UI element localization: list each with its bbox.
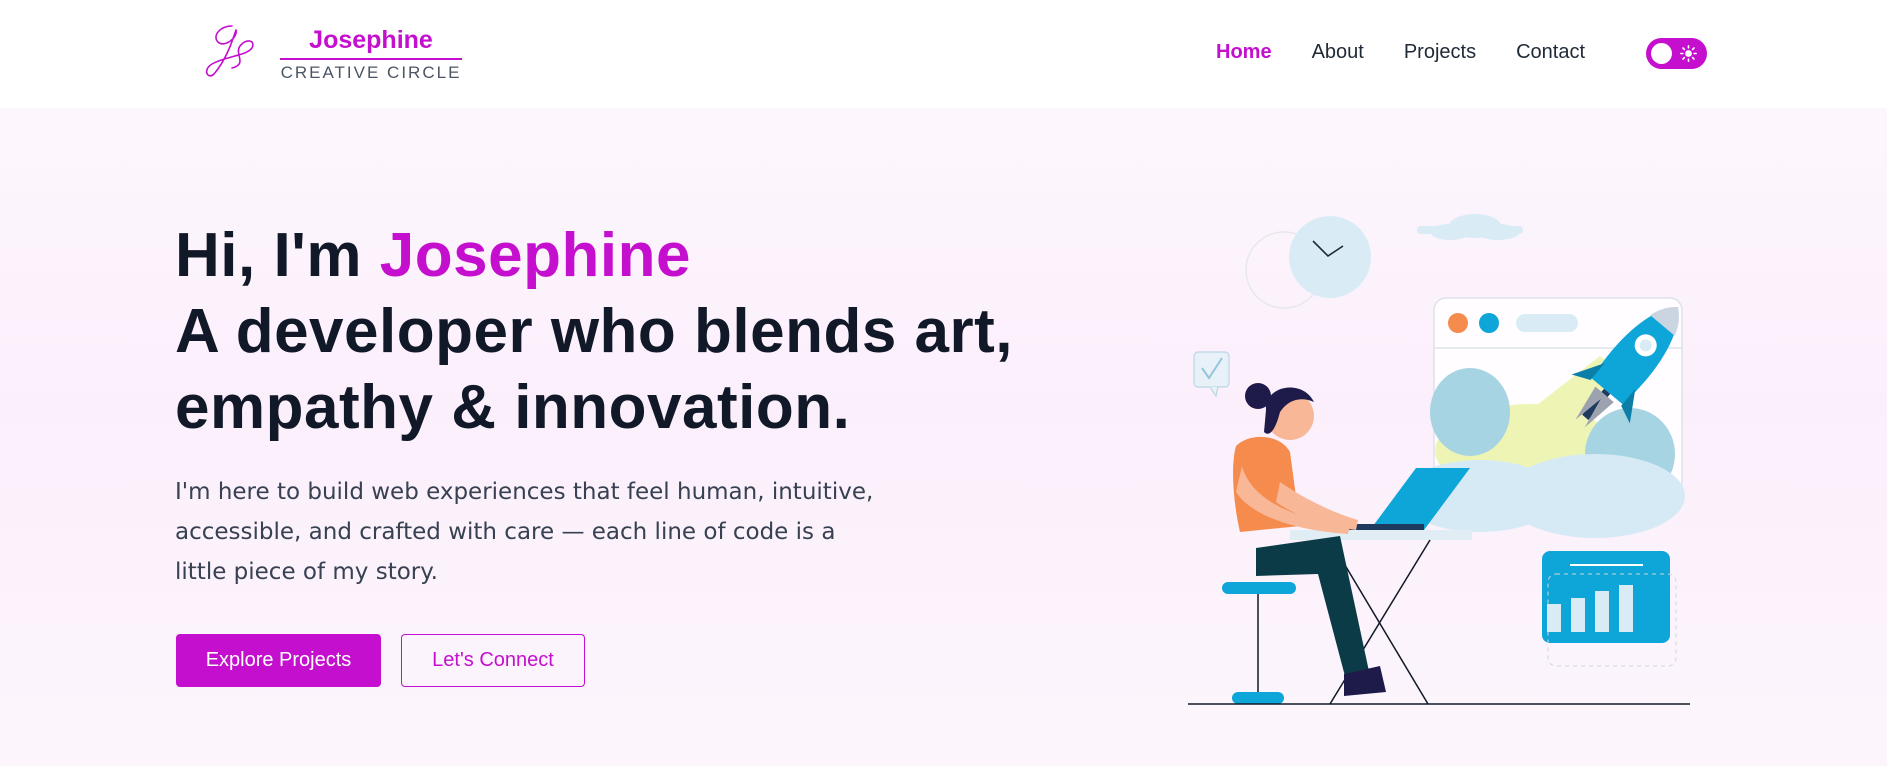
intro-line-2: accessible, and crafted with care — each… [175, 519, 836, 545]
hero-headline: Hi, I'm Josephine A developer who blends… [175, 218, 1075, 446]
toggle-knob [1651, 43, 1672, 64]
headline-name: Josephine [379, 221, 691, 290]
brand-tagline: CREATIVE CIRCLE [280, 63, 462, 82]
logo-wordmark[interactable]: Josephine CREATIVE CIRCLE [280, 25, 462, 83]
bar-chart-card-icon [1542, 551, 1677, 667]
intro-line-3: little piece of my story. [175, 559, 438, 585]
nav-projects-link[interactable]: Projects [1404, 40, 1476, 64]
nav-about-link[interactable]: About [1312, 40, 1364, 64]
brand-name: Josephine [309, 26, 433, 54]
theme-toggle[interactable] [1646, 38, 1707, 69]
nav-home-link[interactable]: Home [1216, 40, 1272, 64]
hero-intro: I'm here to build web experiences that f… [175, 472, 915, 592]
cloud-icon [1417, 214, 1523, 240]
lets-connect-button[interactable]: Let's Connect [401, 634, 585, 687]
stool-icon [1222, 582, 1296, 704]
headline-line-3: empathy & innovation. [175, 373, 851, 442]
brand-divider [280, 58, 462, 60]
main-nav: Home About Projects Contact [1216, 40, 1625, 64]
headline-line-2: A developer who blends art, [175, 297, 1014, 366]
headline-greeting: Hi, I'm [175, 221, 380, 290]
logo-monogram-icon[interactable] [202, 20, 260, 80]
site-header: Josephine CREATIVE CIRCLE Home About Pro… [0, 0, 1887, 108]
check-bubble-icon [1193, 351, 1230, 398]
hero-illustration [1188, 214, 1690, 705]
clock-icon [1245, 216, 1371, 309]
intro-line-1: I'm here to build web experiences that f… [175, 479, 874, 505]
nav-contact-link[interactable]: Contact [1516, 40, 1585, 64]
sun-icon [1680, 45, 1697, 62]
explore-projects-button[interactable]: Explore Projects [176, 634, 381, 687]
